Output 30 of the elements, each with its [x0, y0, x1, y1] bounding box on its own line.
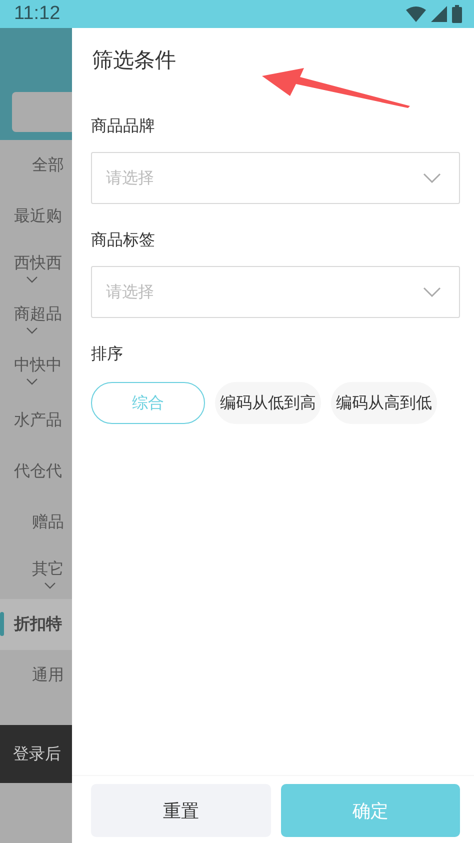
signal-icon [431, 6, 447, 22]
battery-icon [452, 5, 462, 23]
category-item[interactable]: 商超品 [0, 293, 72, 344]
sort-chip[interactable]: 编码从高到低 [331, 382, 437, 424]
sort-chip[interactable]: 编码从低到高 [215, 382, 321, 424]
wifi-icon [406, 6, 426, 22]
select-field[interactable]: 请选择 [91, 266, 460, 318]
category-item[interactable]: 代仓代 [0, 446, 72, 497]
category-item[interactable]: 中快中 [0, 344, 72, 395]
category-item[interactable]: 西快西 [0, 242, 72, 293]
select-field[interactable]: 请选择 [91, 152, 460, 204]
category-item[interactable]: 水产品 [0, 395, 72, 446]
confirm-button[interactable]: 确定 [280, 784, 460, 837]
status-time: 11:12 [14, 3, 60, 25]
category-item[interactable]: 全部 [0, 140, 72, 191]
filter-label: 商品品牌 [91, 116, 156, 137]
chevron-down-icon [423, 173, 441, 183]
category-item[interactable]: 其它 [0, 548, 72, 599]
chevron-down-icon [423, 287, 441, 297]
category-item[interactable]: 最近购 [0, 191, 72, 242]
reset-button[interactable]: 重置 [91, 784, 270, 837]
category-item[interactable]: 折扣特 [0, 599, 72, 650]
filter-label: 商品标签 [91, 230, 156, 251]
category-item[interactable]: 赠品 [0, 497, 72, 548]
sort-label: 排序 [91, 344, 124, 365]
sort-chip[interactable]: 综合 [91, 382, 205, 424]
drawer-title: 筛选条件 [91, 47, 177, 74]
category-item[interactable]: 通用 [0, 650, 72, 701]
login-banner: 登录后 [0, 725, 72, 783]
search-field[interactable] [12, 92, 72, 132]
